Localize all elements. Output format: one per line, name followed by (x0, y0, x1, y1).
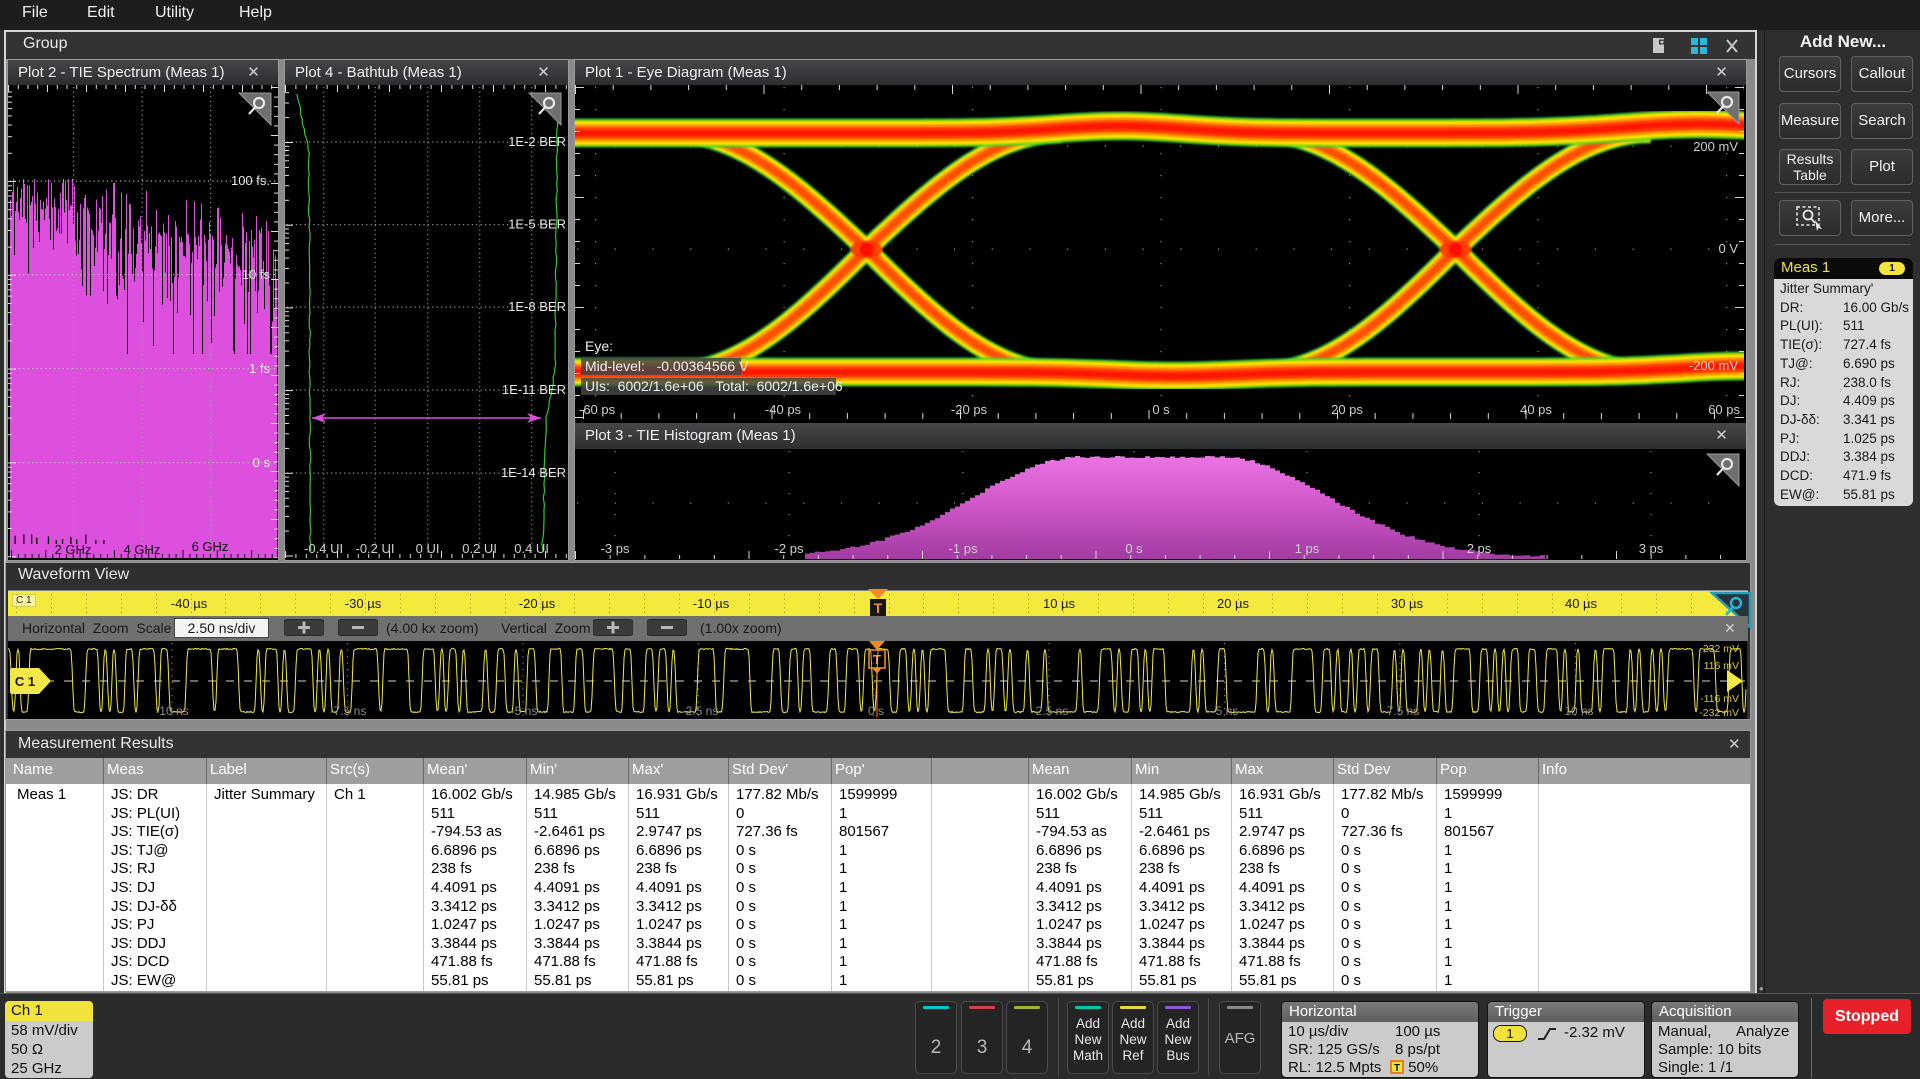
svg-text:20 ps: 20 ps (1331, 402, 1363, 417)
svg-text:40 ps: 40 ps (1520, 402, 1552, 417)
svg-text:4 GHz: 4 GHz (124, 542, 161, 557)
svg-text:0 UI: 0 UI (416, 541, 440, 556)
svg-text:T: T (873, 652, 881, 667)
svg-text:2.5 ns: 2.5 ns (1036, 704, 1069, 718)
svg-text:-232 mV: -232 mV (1699, 707, 1739, 719)
svg-text:10 fs: 10 fs (242, 267, 271, 282)
svg-text:-40 ps: -40 ps (765, 402, 802, 417)
svg-text:0 s: 0 s (1152, 402, 1170, 417)
svg-text:-60 ps: -60 ps (579, 402, 616, 417)
svg-text:0.2 UI: 0.2 UI (462, 541, 497, 556)
svg-text:1 ps: 1 ps (1295, 541, 1320, 556)
svg-text:C 1: C 1 (15, 674, 35, 689)
svg-text:116 mV: 116 mV (1704, 660, 1739, 672)
svg-text:Eye:: Eye: (585, 338, 613, 354)
svg-text:100 fs.: 100 fs. (231, 173, 270, 188)
svg-text:0 s: 0 s (253, 455, 271, 470)
svg-text:1E-5 BER: 1E-5 BER (508, 217, 566, 232)
svg-text:-0.2 UI: -0.2 UI (355, 541, 394, 556)
svg-text:7.5 ns: 7.5 ns (1387, 704, 1420, 718)
svg-text:1E-8 BER: 1E-8 BER (508, 299, 566, 314)
svg-text:-20 ps: -20 ps (951, 402, 988, 417)
svg-text:0.4 UI: 0.4 UI (514, 541, 549, 556)
svg-text:1 fs: 1 fs (249, 361, 270, 376)
svg-text:-1 ps: -1 ps (949, 541, 978, 556)
svg-text:-2.5 ns: -2.5 ns (682, 704, 719, 718)
svg-text:-0.4 UI: -0.4 UI (304, 541, 343, 556)
svg-text:1E-14 BER: 1E-14 BER (501, 465, 566, 480)
svg-text:3 ps: 3 ps (1639, 541, 1664, 556)
svg-text:-2 ps: -2 ps (775, 541, 804, 556)
svg-text:-200 mV: -200 mV (1689, 358, 1738, 373)
svg-text:2 ps: 2 ps (1467, 541, 1492, 556)
svg-text:T: T (1394, 1063, 1400, 1074)
svg-text:0 s: 0 s (1125, 541, 1143, 556)
svg-text:Mid-level: -0.00364566 V: Mid-level: -0.00364566 V (585, 358, 749, 374)
svg-text:1E-2 BER: 1E-2 BER (508, 134, 566, 149)
svg-text:-5 ns: -5 ns (511, 704, 538, 718)
svg-text:6 GHz: 6 GHz (192, 539, 229, 554)
svg-text:60 ps: 60 ps (1708, 402, 1740, 417)
svg-text:2 GHz: 2 GHz (55, 542, 92, 557)
svg-text:5 ns: 5 ns (1216, 704, 1239, 718)
svg-text:T: T (874, 600, 883, 616)
svg-text:0 s: 0 s (868, 704, 884, 718)
svg-text:-3 ps: -3 ps (601, 541, 630, 556)
svg-text:-116 mV: -116 mV (1700, 693, 1739, 705)
svg-text:-7.5 ns: -7.5 ns (330, 704, 367, 718)
svg-text:0 V: 0 V (1718, 241, 1738, 256)
svg-text:UIs: 6002/1.6e+06 Total: 6: UIs: 6002/1.6e+06 Total: 6002/1.6e+06 (585, 378, 843, 394)
svg-text:200 mV: 200 mV (1693, 139, 1738, 154)
svg-text:10 ns: 10 ns (1564, 704, 1593, 718)
svg-text:232 mV: 232 mV (1703, 643, 1739, 655)
svg-text:1E-11 BER: 1E-11 BER (502, 382, 566, 397)
svg-text:-10 ns: -10 ns (155, 704, 188, 718)
